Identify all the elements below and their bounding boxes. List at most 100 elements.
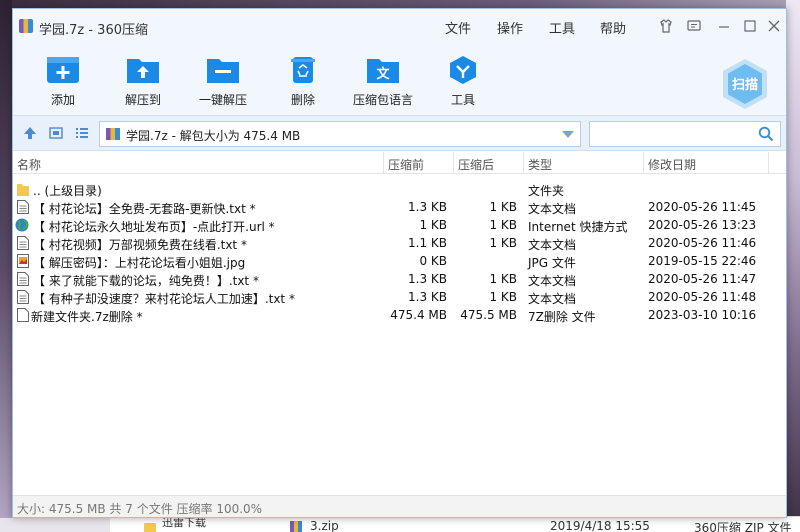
scan-button[interactable]: 扫描: [720, 57, 770, 111]
file-size-before: 1.3 KB: [408, 290, 447, 304]
archive-language-button[interactable]: 文 压缩包语言: [348, 51, 418, 111]
desktop-wallpaper-left: [0, 0, 12, 532]
text-file-icon: [17, 290, 29, 304]
toolbar: 添加 解压到 一键解压 删除 文 压缩包语言 工具: [13, 47, 786, 115]
file-type: 文件夹: [528, 184, 565, 198]
delete-label: 删除: [290, 93, 315, 107]
file-size-before: 1.3 KB: [408, 272, 447, 286]
file-modified: 2020-05-26 11:48: [648, 290, 757, 304]
zip-icon: [290, 521, 302, 532]
folder-icon: [144, 523, 156, 532]
file-name: 【 村花论坛】全免费-无套路-更新快.txt *: [33, 202, 256, 216]
column-modified[interactable]: 修改日期: [648, 156, 696, 173]
file-size-after: 1 KB: [489, 200, 517, 214]
file-list-header: 名称 压缩前 压缩后 类型 修改日期: [13, 152, 786, 174]
file-type: 文本文档: [528, 202, 577, 216]
column-divider[interactable]: [523, 152, 524, 174]
feedback-icon[interactable]: [685, 18, 703, 36]
list-item[interactable]: 【 村花视频】万部视频免费在线看.txt * 1.1 KB 1 KB 文本文档 …: [13, 234, 786, 252]
list-item[interactable]: 【 村花论坛永久地址发布页】-点此打开.url * 1 KB 1 KB Inte…: [13, 216, 786, 234]
address-field[interactable]: 学园.7z - 解包大小为 475.4 MB: [99, 121, 581, 147]
one-click-extract-button[interactable]: 一键解压: [188, 51, 258, 111]
column-divider[interactable]: [643, 152, 644, 174]
column-divider[interactable]: [768, 152, 769, 174]
column-after[interactable]: 压缩后: [458, 156, 494, 173]
list-view-icon[interactable]: [73, 125, 91, 141]
archive-icon: [106, 128, 120, 140]
file-modified: 2020-05-26 13:23: [648, 218, 757, 232]
file-list: 名称 压缩前 压缩后 类型 修改日期 .. (上级目录) 文件夹 【 村花论坛】…: [13, 152, 786, 496]
file-type: 7Z删除 文件: [528, 310, 596, 324]
file-size-after: 1 KB: [489, 272, 517, 286]
up-arrow-icon[interactable]: [21, 125, 39, 141]
text-file-icon: [17, 272, 29, 286]
list-item[interactable]: 新建文件夹.7z删除 * 475.4 MB 475.5 MB 7Z删除 文件 2…: [13, 306, 786, 324]
file-type: JPG 文件: [528, 256, 576, 270]
minimize-icon[interactable]: [715, 18, 733, 36]
extract-to-button[interactable]: 解压到: [108, 51, 178, 111]
recycle-bin-icon: [286, 55, 320, 85]
file-name: 【 村花论坛永久地址发布页】-点此打开.url *: [33, 220, 275, 234]
file-name: 【 村花视频】万部视频免费在线看.txt *: [33, 238, 247, 252]
tools-button[interactable]: 工具: [428, 51, 498, 111]
window-title: 学园.7z - 360压缩: [39, 23, 148, 38]
app-icon: [19, 19, 33, 33]
folder-icon: [17, 184, 29, 196]
archive-window: 学园.7z - 360压缩 文件 操作 工具 帮助 添加 解压到 一键解压 删除…: [12, 8, 787, 518]
archive-language-label: 压缩包语言: [352, 93, 413, 107]
add-icon: [46, 55, 80, 85]
address-dropdown-icon[interactable]: [562, 131, 574, 138]
column-type[interactable]: 类型: [528, 156, 552, 173]
file-name: 【 有种子却没速度？来村花论坛人工加速】.txt *: [33, 292, 295, 306]
file-modified: 2020-05-26 11:46: [648, 236, 757, 250]
text-file-icon: [17, 236, 29, 250]
file-modified: 2023-03-10 10:16: [648, 308, 757, 322]
file-name: 【 来了就能下载的论坛，纯免费！】.txt *: [33, 274, 259, 288]
column-name[interactable]: 名称: [17, 156, 41, 173]
list-item[interactable]: 【 解压密码】：上村花论坛看小姐姐.jpg 0 KB JPG 文件 2019-0…: [13, 252, 786, 270]
menu-tools[interactable]: 工具: [549, 18, 575, 37]
list-item[interactable]: 【 村花论坛】全免费-无套路-更新快.txt * 1.3 KB 1 KB 文本文…: [13, 198, 786, 216]
svg-text:文: 文: [376, 66, 390, 82]
extract-folder-icon: [126, 55, 160, 85]
thumbnail-view-icon[interactable]: [47, 125, 65, 141]
column-before[interactable]: 压缩前: [388, 156, 424, 173]
blank-file-icon: [17, 308, 29, 322]
title-bar[interactable]: 学园.7z - 360压缩 文件 操作 工具 帮助: [13, 9, 786, 47]
close-icon[interactable]: [765, 18, 783, 36]
menu-help[interactable]: 帮助: [600, 18, 626, 37]
background-zip-name: 3.zip: [310, 519, 339, 532]
one-click-extract-label: 一键解压: [198, 93, 247, 107]
file-type: 文本文档: [528, 292, 577, 306]
search-icon[interactable]: [758, 126, 774, 142]
list-item[interactable]: .. (上级目录) 文件夹: [13, 180, 786, 198]
list-item[interactable]: 【 有种子却没速度？来村花论坛人工加速】.txt * 1.3 KB 1 KB 文…: [13, 288, 786, 306]
file-type: 文本文档: [528, 274, 577, 288]
menu-operation[interactable]: 操作: [497, 18, 523, 37]
search-input[interactable]: [589, 121, 781, 147]
file-size-before: 1 KB: [419, 218, 447, 232]
file-size-before: 1.3 KB: [408, 200, 447, 214]
file-modified: 2020-05-26 11:47: [648, 272, 757, 286]
file-size-after: 1 KB: [489, 290, 517, 304]
address-path: 学园.7z - 解包大小为 475.4 MB: [126, 129, 301, 143]
maximize-icon[interactable]: [741, 18, 759, 36]
image-file-icon: [17, 254, 29, 268]
extract-to-label: 解压到: [124, 93, 161, 107]
status-text: 大小: 475.5 MB 共 7 个文件 压缩率 100.0%: [17, 502, 263, 516]
file-type: Internet 快捷方式: [528, 220, 628, 234]
file-type: 文本文档: [528, 238, 577, 252]
tools-icon: [446, 55, 480, 85]
background-zip-date: 2019/4/18 15:55: [550, 519, 650, 532]
skin-icon[interactable]: [657, 18, 675, 36]
add-button[interactable]: 添加: [28, 51, 98, 111]
column-divider[interactable]: [453, 152, 454, 174]
list-item[interactable]: 【 来了就能下载的论坛，纯免费！】.txt * 1.3 KB 1 KB 文本文档…: [13, 270, 786, 288]
file-modified: 2019-05-15 22:46: [648, 254, 757, 268]
file-size-before: 1.1 KB: [408, 236, 447, 250]
delete-button[interactable]: 删除: [268, 51, 338, 111]
file-size-after: 475.5 MB: [460, 308, 517, 322]
menu-file[interactable]: 文件: [445, 18, 471, 37]
column-divider[interactable]: [383, 152, 384, 174]
file-size-before: 0 KB: [419, 254, 447, 268]
